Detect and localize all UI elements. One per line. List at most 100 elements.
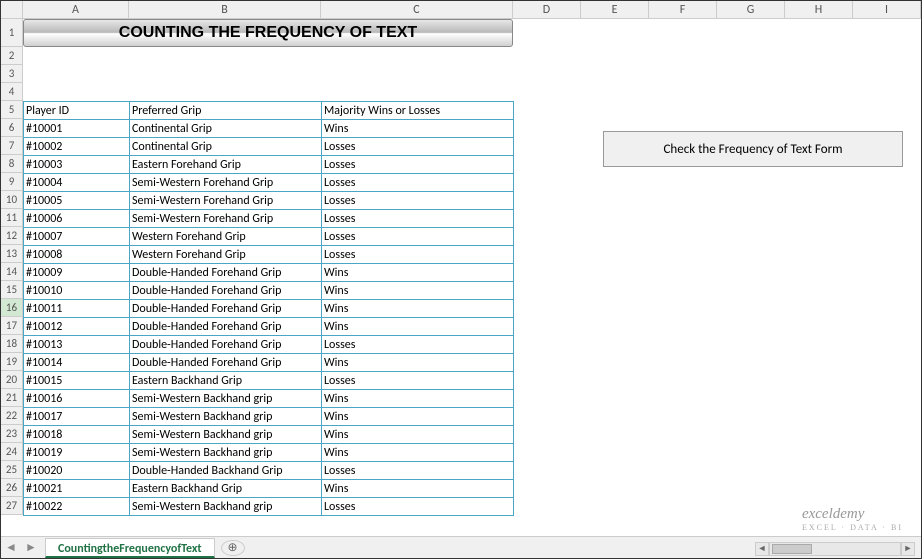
col-header-H[interactable]: H xyxy=(785,1,853,18)
row-header[interactable]: 3 xyxy=(1,65,22,83)
cell[interactable]: Western Forehand Grip xyxy=(130,228,322,246)
cell[interactable]: #10001 xyxy=(24,120,130,138)
scroll-right-icon[interactable]: ► xyxy=(901,542,915,556)
cell[interactable]: #10006 xyxy=(24,210,130,228)
row-header[interactable]: 26 xyxy=(1,479,22,497)
row-header[interactable]: 2 xyxy=(1,47,22,65)
row-header[interactable]: 27 xyxy=(1,497,22,515)
cell[interactable]: #10011 xyxy=(24,300,130,318)
row-header[interactable]: 5 xyxy=(1,101,22,119)
cell[interactable]: #10009 xyxy=(24,264,130,282)
cell[interactable]: #10013 xyxy=(24,336,130,354)
cell[interactable]: #10018 xyxy=(24,426,130,444)
cell[interactable]: Continental Grip xyxy=(130,138,322,156)
row-header[interactable]: 13 xyxy=(1,245,22,263)
cell[interactable]: Semi-Western Backhand grip xyxy=(130,390,322,408)
cell[interactable]: #10017 xyxy=(24,408,130,426)
cell[interactable]: #10022 xyxy=(24,498,130,516)
add-sheet-icon[interactable]: ⊕ xyxy=(221,540,245,556)
cell[interactable]: Double-Handed Forehand Grip xyxy=(130,300,322,318)
cell[interactable]: Semi-Western Backhand grip xyxy=(130,426,322,444)
cell[interactable]: Wins xyxy=(322,282,514,300)
select-all-corner[interactable] xyxy=(1,1,23,18)
cell[interactable]: Double-Handed Forehand Grip xyxy=(130,318,322,336)
col-header-F[interactable]: F xyxy=(649,1,717,18)
cell[interactable]: Wins xyxy=(322,408,514,426)
cell[interactable]: #10021 xyxy=(24,480,130,498)
col-header-D[interactable]: D xyxy=(513,1,581,18)
row-header[interactable]: 6 xyxy=(1,119,22,137)
cell[interactable]: #10020 xyxy=(24,462,130,480)
cell[interactable]: Western Forehand Grip xyxy=(130,246,322,264)
header-wins-losses[interactable]: Majority Wins or Losses xyxy=(322,102,514,120)
cell[interactable]: #10002 xyxy=(24,138,130,156)
cell[interactable]: Losses xyxy=(322,246,514,264)
cell[interactable]: Wins xyxy=(322,390,514,408)
row-header[interactable]: 15 xyxy=(1,281,22,299)
col-header-G[interactable]: G xyxy=(717,1,785,18)
sheet-tab-active[interactable]: CountingtheFrequencyofText xyxy=(45,538,215,558)
cell[interactable]: Double-Handed Forehand Grip xyxy=(130,354,322,372)
cell[interactable]: Wins xyxy=(322,426,514,444)
cell[interactable]: #10007 xyxy=(24,228,130,246)
col-header-C[interactable]: C xyxy=(321,1,513,18)
row-header[interactable]: 14 xyxy=(1,263,22,281)
cell[interactable]: Wins xyxy=(322,264,514,282)
cell[interactable]: Semi-Western Backhand grip xyxy=(130,444,322,462)
cell[interactable]: Double-Handed Forehand Grip xyxy=(130,336,322,354)
row-header[interactable]: 1 xyxy=(1,19,22,47)
sheet-nav-prev-icon[interactable]: ◄ xyxy=(1,537,21,559)
col-header-I[interactable]: I xyxy=(853,1,921,18)
row-header[interactable]: 19 xyxy=(1,353,22,371)
cell[interactable]: Continental Grip xyxy=(130,120,322,138)
scroll-track[interactable] xyxy=(769,542,901,556)
row-header[interactable]: 8 xyxy=(1,155,22,173)
cell[interactable]: Double-Handed Forehand Grip xyxy=(130,282,322,300)
row-header[interactable]: 12 xyxy=(1,227,22,245)
cell[interactable]: Losses xyxy=(322,156,514,174)
row-header[interactable]: 20 xyxy=(1,371,22,389)
cell[interactable]: #10012 xyxy=(24,318,130,336)
cell[interactable]: Semi-Western Forehand Grip xyxy=(130,192,322,210)
row-header[interactable]: 16 xyxy=(1,299,22,317)
cell[interactable]: Losses xyxy=(322,174,514,192)
row-header[interactable]: 25 xyxy=(1,461,22,479)
cell[interactable]: #10019 xyxy=(24,444,130,462)
cell[interactable]: Wins xyxy=(322,318,514,336)
cell[interactable]: #10003 xyxy=(24,156,130,174)
col-header-B[interactable]: B xyxy=(129,1,321,18)
cell[interactable]: Semi-Western Forehand Grip xyxy=(130,174,322,192)
cell[interactable]: #10016 xyxy=(24,390,130,408)
row-header[interactable]: 24 xyxy=(1,443,22,461)
cell[interactable]: Wins xyxy=(322,480,514,498)
cell[interactable]: Wins xyxy=(322,120,514,138)
cell[interactable]: Eastern Backhand Grip xyxy=(130,480,322,498)
cell[interactable]: Eastern Backhand Grip xyxy=(130,372,322,390)
cell[interactable]: Losses xyxy=(322,462,514,480)
cell[interactable]: Semi-Western Forehand Grip xyxy=(130,210,322,228)
cell[interactable]: Wins xyxy=(322,444,514,462)
row-header[interactable]: 11 xyxy=(1,209,22,227)
cell[interactable]: Losses xyxy=(322,372,514,390)
header-player-id[interactable]: Player ID xyxy=(24,102,130,120)
cell[interactable]: Losses xyxy=(322,138,514,156)
row-header[interactable]: 22 xyxy=(1,407,22,425)
cell[interactable]: Semi-Western Backhand grip xyxy=(130,408,322,426)
cell[interactable]: Losses xyxy=(322,192,514,210)
cell[interactable]: #10014 xyxy=(24,354,130,372)
row-header[interactable]: 9 xyxy=(1,173,22,191)
cell[interactable]: Losses xyxy=(322,336,514,354)
cell[interactable]: Losses xyxy=(322,210,514,228)
horizontal-scrollbar[interactable]: ◄ ► xyxy=(755,540,915,558)
cell[interactable]: Double-Handed Forehand Grip xyxy=(130,264,322,282)
cell[interactable]: Wins xyxy=(322,354,514,372)
cells-area[interactable]: COUNTING THE FREQUENCY OF TEXT Player ID… xyxy=(23,19,921,515)
cell[interactable]: #10010 xyxy=(24,282,130,300)
cell[interactable]: Semi-Western Backhand grip xyxy=(130,498,322,516)
cell[interactable]: Losses xyxy=(322,498,514,516)
row-header[interactable]: 10 xyxy=(1,191,22,209)
col-header-A[interactable]: A xyxy=(23,1,129,18)
row-header[interactable]: 18 xyxy=(1,335,22,353)
check-frequency-button[interactable]: Check the Frequency of Text Form xyxy=(603,131,903,167)
row-header[interactable]: 17 xyxy=(1,317,22,335)
